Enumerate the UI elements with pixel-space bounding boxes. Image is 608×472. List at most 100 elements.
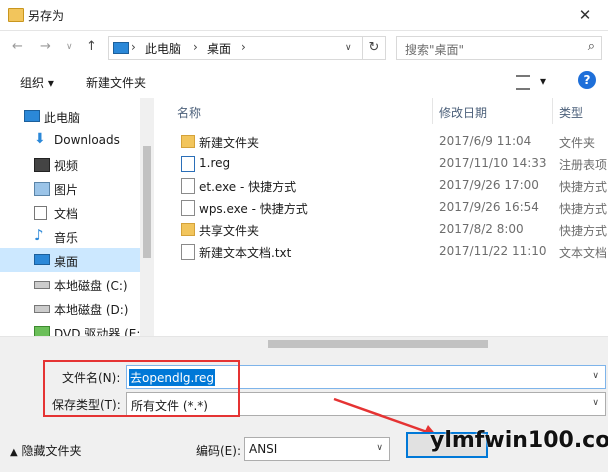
sidebar-item-label: 视频 xyxy=(54,159,79,173)
registry-file-icon xyxy=(181,156,195,172)
file-type: 注册表项 xyxy=(559,158,608,172)
folder-icon xyxy=(181,135,195,148)
table-row[interactable]: 共享文件夹 2017/8/2 8:00 快捷方式 xyxy=(155,218,608,240)
chevron-down-icon[interactable]: ∨ xyxy=(592,398,599,408)
video-icon xyxy=(34,158,50,172)
recent-locations-button[interactable]: ∨ xyxy=(66,42,73,52)
file-type: 快捷方式 xyxy=(559,224,608,238)
organize-button[interactable]: 组织 ▾ xyxy=(20,74,54,91)
sidebar-item-label: 桌面 xyxy=(54,255,79,269)
computer-icon xyxy=(113,42,129,54)
computer-icon xyxy=(24,110,40,122)
column-header-type[interactable]: 类型 xyxy=(559,104,583,121)
file-name: 新建文件夹 xyxy=(199,136,260,150)
forward-button[interactable]: → xyxy=(40,39,51,54)
file-type: 快捷方式 xyxy=(559,202,608,216)
watermark: ylmfwin100.com xyxy=(430,428,608,453)
encoding-label: 编码(E): xyxy=(196,444,241,458)
file-date: 2017/11/10 14:33 xyxy=(439,156,547,170)
hide-folders-label: 隐藏文件夹 xyxy=(21,444,82,458)
sidebar-scrollbar-thumb[interactable] xyxy=(143,146,151,258)
table-row[interactable]: wps.exe - 快捷方式 2017/9/26 16:54 快捷方式 xyxy=(155,196,608,218)
view-options-icon[interactable] xyxy=(516,75,530,90)
sidebar-item-documents[interactable]: 文档 xyxy=(0,200,140,224)
up-button[interactable]: ↑ xyxy=(86,39,97,54)
table-row[interactable]: et.exe - 快捷方式 2017/9/26 17:00 快捷方式 xyxy=(155,174,608,196)
search-icon: ⌕ xyxy=(587,39,595,54)
file-type: 文本文档 xyxy=(559,246,608,260)
view-dropdown-button[interactable]: ▾ xyxy=(540,74,546,88)
chevron-down-icon: ▾ xyxy=(47,76,54,90)
breadcrumb-separator: › xyxy=(241,40,246,54)
search-input[interactable]: 搜索"桌面" xyxy=(405,41,464,58)
file-date: 2017/11/22 11:10 xyxy=(439,244,547,258)
file-type: 文件夹 xyxy=(559,136,596,150)
sidebar-item-downloads[interactable]: ⬇ Downloads xyxy=(0,128,140,152)
sidebar-item-label: Downloads xyxy=(54,133,120,147)
encoding-select[interactable]: ANSI ∨ xyxy=(244,437,390,461)
title-bar: 另存为 ✕ xyxy=(0,0,608,31)
address-dropdown-button[interactable]: ∨ xyxy=(345,43,352,53)
search-box[interactable]: 搜索"桌面" ⌕ xyxy=(396,36,602,60)
file-date: 2017/9/26 16:54 xyxy=(439,200,539,214)
table-row[interactable]: 1.reg 2017/11/10 14:33 注册表项 xyxy=(155,152,608,174)
desktop-icon xyxy=(34,254,50,265)
help-button[interactable]: ? xyxy=(578,71,596,89)
hide-folders-button[interactable]: ▲ 隐藏文件夹 xyxy=(10,442,82,459)
breadcrumb-desktop[interactable]: 桌面 xyxy=(207,40,231,57)
sidebar-item-drive-c[interactable]: 本地磁盘 (C:) xyxy=(0,272,140,296)
back-button[interactable]: ← xyxy=(12,39,23,54)
file-date: 2017/9/26 17:00 xyxy=(439,178,539,192)
breadcrumb-this-pc[interactable]: 此电脑 xyxy=(145,40,181,57)
breadcrumb-separator: › xyxy=(193,40,198,54)
column-header-date[interactable]: 修改日期 xyxy=(439,104,487,121)
document-icon xyxy=(34,206,47,220)
music-icon: ♪ xyxy=(34,226,44,244)
sidebar-item-label: 图片 xyxy=(54,183,79,197)
column-divider[interactable] xyxy=(552,98,553,124)
navigation-pane: 此电脑 ⬇ Downloads 视频 图片 文档 ♪ 音乐 桌面 本地磁盘 (C… xyxy=(0,98,154,352)
chevron-down-icon[interactable]: ∨ xyxy=(592,371,599,381)
column-header-name[interactable]: 名称 xyxy=(177,104,201,121)
column-divider[interactable] xyxy=(432,98,433,124)
highlight-box xyxy=(43,360,240,417)
file-date: 2017/6/9 11:04 xyxy=(439,134,532,148)
horizontal-scrollbar-thumb[interactable] xyxy=(268,340,488,348)
new-folder-button[interactable]: 新建文件夹 xyxy=(86,74,146,91)
file-name: 共享文件夹 xyxy=(199,224,260,238)
refresh-button[interactable]: ↻ xyxy=(362,37,385,59)
close-button[interactable]: ✕ xyxy=(562,0,608,30)
picture-icon xyxy=(34,182,50,196)
organize-label: 组织 xyxy=(20,76,45,90)
file-name: et.exe - 快捷方式 xyxy=(199,180,297,194)
folder-icon xyxy=(8,8,24,22)
file-name: 新建文本文档.txt xyxy=(199,246,292,260)
text-file-icon xyxy=(181,244,195,260)
file-type: 快捷方式 xyxy=(559,180,608,194)
table-row[interactable]: 新建文件夹 2017/6/9 11:04 文件夹 xyxy=(155,130,608,152)
sidebar-item-videos[interactable]: 视频 xyxy=(0,152,140,176)
sidebar-item-music[interactable]: ♪ 音乐 xyxy=(0,224,140,248)
file-list: 名称 修改日期 类型 新建文件夹 2017/6/9 11:04 文件夹 1.re… xyxy=(155,98,608,352)
drive-icon xyxy=(34,281,50,289)
sidebar-item-label: 此电脑 xyxy=(44,111,81,125)
sidebar-item-label: 文档 xyxy=(54,207,79,221)
sidebar-item-this-pc[interactable]: 此电脑 xyxy=(0,104,140,128)
chevron-down-icon[interactable]: ∨ xyxy=(376,443,383,453)
address-bar[interactable]: › 此电脑 › 桌面 › ∨ ↻ xyxy=(108,36,386,60)
sidebar-item-pictures[interactable]: 图片 xyxy=(0,176,140,200)
table-row[interactable]: 新建文本文档.txt 2017/11/22 11:10 文本文档 xyxy=(155,240,608,262)
sidebar-item-label: 音乐 xyxy=(54,231,79,245)
window-title: 另存为 xyxy=(28,9,65,23)
encoding-value: ANSI xyxy=(249,442,278,456)
shortcut-icon xyxy=(181,178,195,194)
toolbar: 组织 ▾ 新建文件夹 ▾ xyxy=(0,66,608,96)
sidebar-item-drive-d[interactable]: 本地磁盘 (D:) xyxy=(0,296,140,320)
sidebar-item-desktop[interactable]: 桌面 xyxy=(0,248,140,272)
sidebar-item-label: 本地磁盘 (C:) xyxy=(54,279,128,293)
breadcrumb-separator: › xyxy=(131,40,136,54)
folder-icon xyxy=(181,223,195,236)
file-name: wps.exe - 快捷方式 xyxy=(199,202,308,216)
download-icon: ⬇ xyxy=(34,131,46,147)
file-name: 1.reg xyxy=(199,156,231,170)
